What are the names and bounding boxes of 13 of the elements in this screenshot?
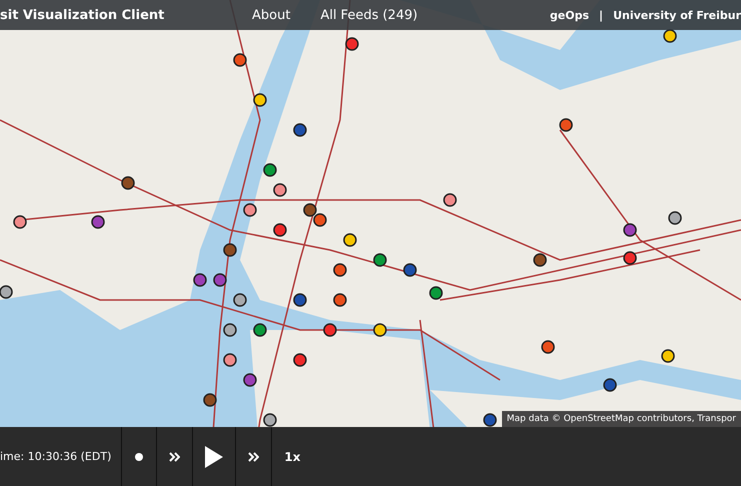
app-title: sit Visualization Client — [0, 8, 166, 22]
record-icon — [134, 452, 144, 462]
map-attribution: Map data © OpenStreetMap contributors, Transpor — [502, 411, 741, 427]
speed-button[interactable]: 1x — [271, 427, 312, 486]
play-icon — [205, 446, 224, 468]
separator: | — [599, 8, 604, 22]
nav-link[interactable]: All Feeds (249) — [320, 8, 418, 22]
credit-link[interactable]: University of Freibur — [613, 8, 741, 22]
nav-link[interactable]: About — [252, 8, 290, 22]
double-chevron-icon — [169, 452, 180, 462]
double-chevron-icon — [248, 452, 260, 462]
time-display: ime: 10:30:36 (EDT) — [0, 450, 112, 463]
credit-link[interactable]: geOps — [550, 8, 590, 22]
